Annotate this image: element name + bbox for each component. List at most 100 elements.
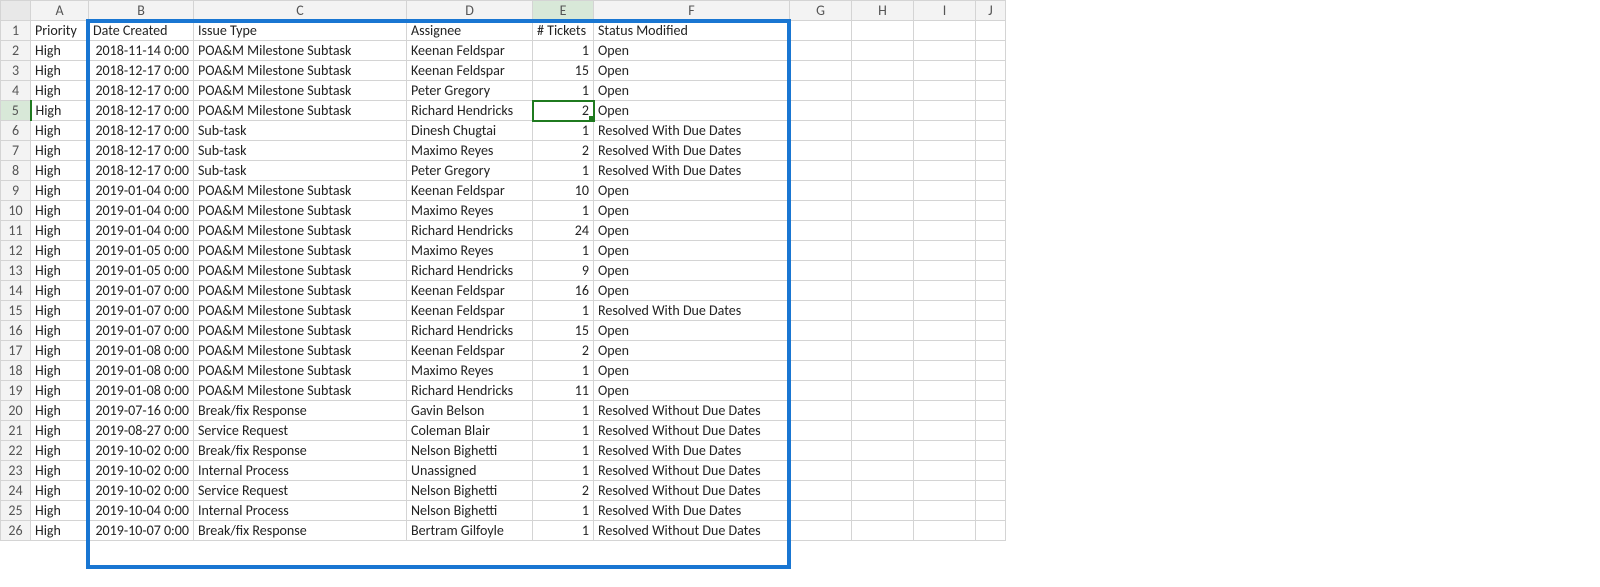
cell-H24[interactable] [852, 481, 914, 501]
cell-E15[interactable]: 1 [533, 301, 594, 321]
row-header-8[interactable]: 8 [1, 161, 31, 181]
cell-I12[interactable] [914, 241, 976, 261]
cell-G20[interactable] [790, 401, 852, 421]
cell-C15[interactable]: POA&M Milestone Subtask [194, 301, 407, 321]
spreadsheet[interactable]: ABCDEFGHIJ1PriorityDate CreatedIssue Typ… [0, 0, 1006, 545]
cell-G5[interactable] [790, 101, 852, 121]
cell-H19[interactable] [852, 381, 914, 401]
cell-F21[interactable]: Resolved Without Due Dates [594, 421, 790, 441]
cell-H15[interactable] [852, 301, 914, 321]
cell-J2[interactable] [976, 41, 1006, 61]
cell-E1[interactable]: # Tickets [533, 21, 594, 41]
cell-C24[interactable]: Service Request [194, 481, 407, 501]
cell-H4[interactable] [852, 81, 914, 101]
cell-E22[interactable]: 1 [533, 441, 594, 461]
cell-I4[interactable] [914, 81, 976, 101]
cell-I11[interactable] [914, 221, 976, 241]
cell-A12[interactable]: High [31, 241, 89, 261]
cell-E9[interactable]: 10 [533, 181, 594, 201]
cell-E18[interactable]: 1 [533, 361, 594, 381]
row-header-18[interactable]: 18 [1, 361, 31, 381]
cell-E17[interactable]: 2 [533, 341, 594, 361]
cell-B7[interactable]: 2018-12-17 0:00 [89, 141, 194, 161]
cell-C9[interactable]: POA&M Milestone Subtask [194, 181, 407, 201]
cell-A19[interactable]: High [31, 381, 89, 401]
cell-A3[interactable]: High [31, 61, 89, 81]
cell-G12[interactable] [790, 241, 852, 261]
cell-B6[interactable]: 2018-12-17 0:00 [89, 121, 194, 141]
cell-J1[interactable] [976, 21, 1006, 41]
cell-I14[interactable] [914, 281, 976, 301]
cell-J8[interactable] [976, 161, 1006, 181]
cell-E19[interactable]: 11 [533, 381, 594, 401]
cell-G7[interactable] [790, 141, 852, 161]
cell-J7[interactable] [976, 141, 1006, 161]
cell-F15[interactable]: Resolved With Due Dates [594, 301, 790, 321]
cell-C20[interactable]: Break/fix Response [194, 401, 407, 421]
cell-C22[interactable]: Break/fix Response [194, 441, 407, 461]
cell-C6[interactable]: Sub-task [194, 121, 407, 141]
cell-A16[interactable]: High [31, 321, 89, 341]
cell-D11[interactable]: Richard Hendricks [407, 221, 533, 241]
cell-D4[interactable]: Peter Gregory [407, 81, 533, 101]
row-header-26[interactable]: 26 [1, 521, 31, 541]
cell-D24[interactable]: Nelson Bighetti [407, 481, 533, 501]
cell-E6[interactable]: 1 [533, 121, 594, 141]
cell-J25[interactable] [976, 501, 1006, 521]
cell-F8[interactable]: Resolved With Due Dates [594, 161, 790, 181]
cell-D8[interactable]: Peter Gregory [407, 161, 533, 181]
cell-I1[interactable] [914, 21, 976, 41]
row-header-17[interactable]: 17 [1, 341, 31, 361]
col-header-A[interactable]: A [31, 1, 89, 21]
cell-G14[interactable] [790, 281, 852, 301]
col-header-B[interactable]: B [89, 1, 194, 21]
cell-B23[interactable]: 2019-10-02 0:00 [89, 461, 194, 481]
cell-H10[interactable] [852, 201, 914, 221]
cell-I15[interactable] [914, 301, 976, 321]
row-header-11[interactable]: 11 [1, 221, 31, 241]
cell-C13[interactable]: POA&M Milestone Subtask [194, 261, 407, 281]
cell-J20[interactable] [976, 401, 1006, 421]
cell-B25[interactable]: 2019-10-04 0:00 [89, 501, 194, 521]
cell-D5[interactable]: Richard Hendricks [407, 101, 533, 121]
cell-I17[interactable] [914, 341, 976, 361]
cell-C26[interactable]: Break/fix Response [194, 521, 407, 541]
cell-C2[interactable]: POA&M Milestone Subtask [194, 41, 407, 61]
cell-H26[interactable] [852, 521, 914, 541]
cell-I10[interactable] [914, 201, 976, 221]
row-header-1[interactable]: 1 [1, 21, 31, 41]
cell-I20[interactable] [914, 401, 976, 421]
col-header-E[interactable]: E [533, 1, 594, 21]
cell-D3[interactable]: Keenan Feldspar [407, 61, 533, 81]
cell-D23[interactable]: Unassigned [407, 461, 533, 481]
cell-H17[interactable] [852, 341, 914, 361]
cell-J5[interactable] [976, 101, 1006, 121]
cell-A8[interactable]: High [31, 161, 89, 181]
cell-B12[interactable]: 2019-01-05 0:00 [89, 241, 194, 261]
cell-D16[interactable]: Richard Hendricks [407, 321, 533, 341]
cell-J14[interactable] [976, 281, 1006, 301]
col-header-G[interactable]: G [790, 1, 852, 21]
cell-A22[interactable]: High [31, 441, 89, 461]
cell-A11[interactable]: High [31, 221, 89, 241]
cell-F2[interactable]: Open [594, 41, 790, 61]
cell-F12[interactable]: Open [594, 241, 790, 261]
cell-F4[interactable]: Open [594, 81, 790, 101]
row-header-7[interactable]: 7 [1, 141, 31, 161]
cell-G9[interactable] [790, 181, 852, 201]
cell-E21[interactable]: 1 [533, 421, 594, 441]
cell-A1[interactable]: Priority [31, 21, 89, 41]
cell-D22[interactable]: Nelson Bighetti [407, 441, 533, 461]
cell-I22[interactable] [914, 441, 976, 461]
cell-G3[interactable] [790, 61, 852, 81]
cell-E2[interactable]: 1 [533, 41, 594, 61]
row-header-6[interactable]: 6 [1, 121, 31, 141]
cell-D1[interactable]: Assignee [407, 21, 533, 41]
cell-F24[interactable]: Resolved Without Due Dates [594, 481, 790, 501]
cell-B9[interactable]: 2019-01-04 0:00 [89, 181, 194, 201]
cell-H22[interactable] [852, 441, 914, 461]
cell-J9[interactable] [976, 181, 1006, 201]
cell-C21[interactable]: Service Request [194, 421, 407, 441]
cell-B15[interactable]: 2019-01-07 0:00 [89, 301, 194, 321]
row-header-2[interactable]: 2 [1, 41, 31, 61]
